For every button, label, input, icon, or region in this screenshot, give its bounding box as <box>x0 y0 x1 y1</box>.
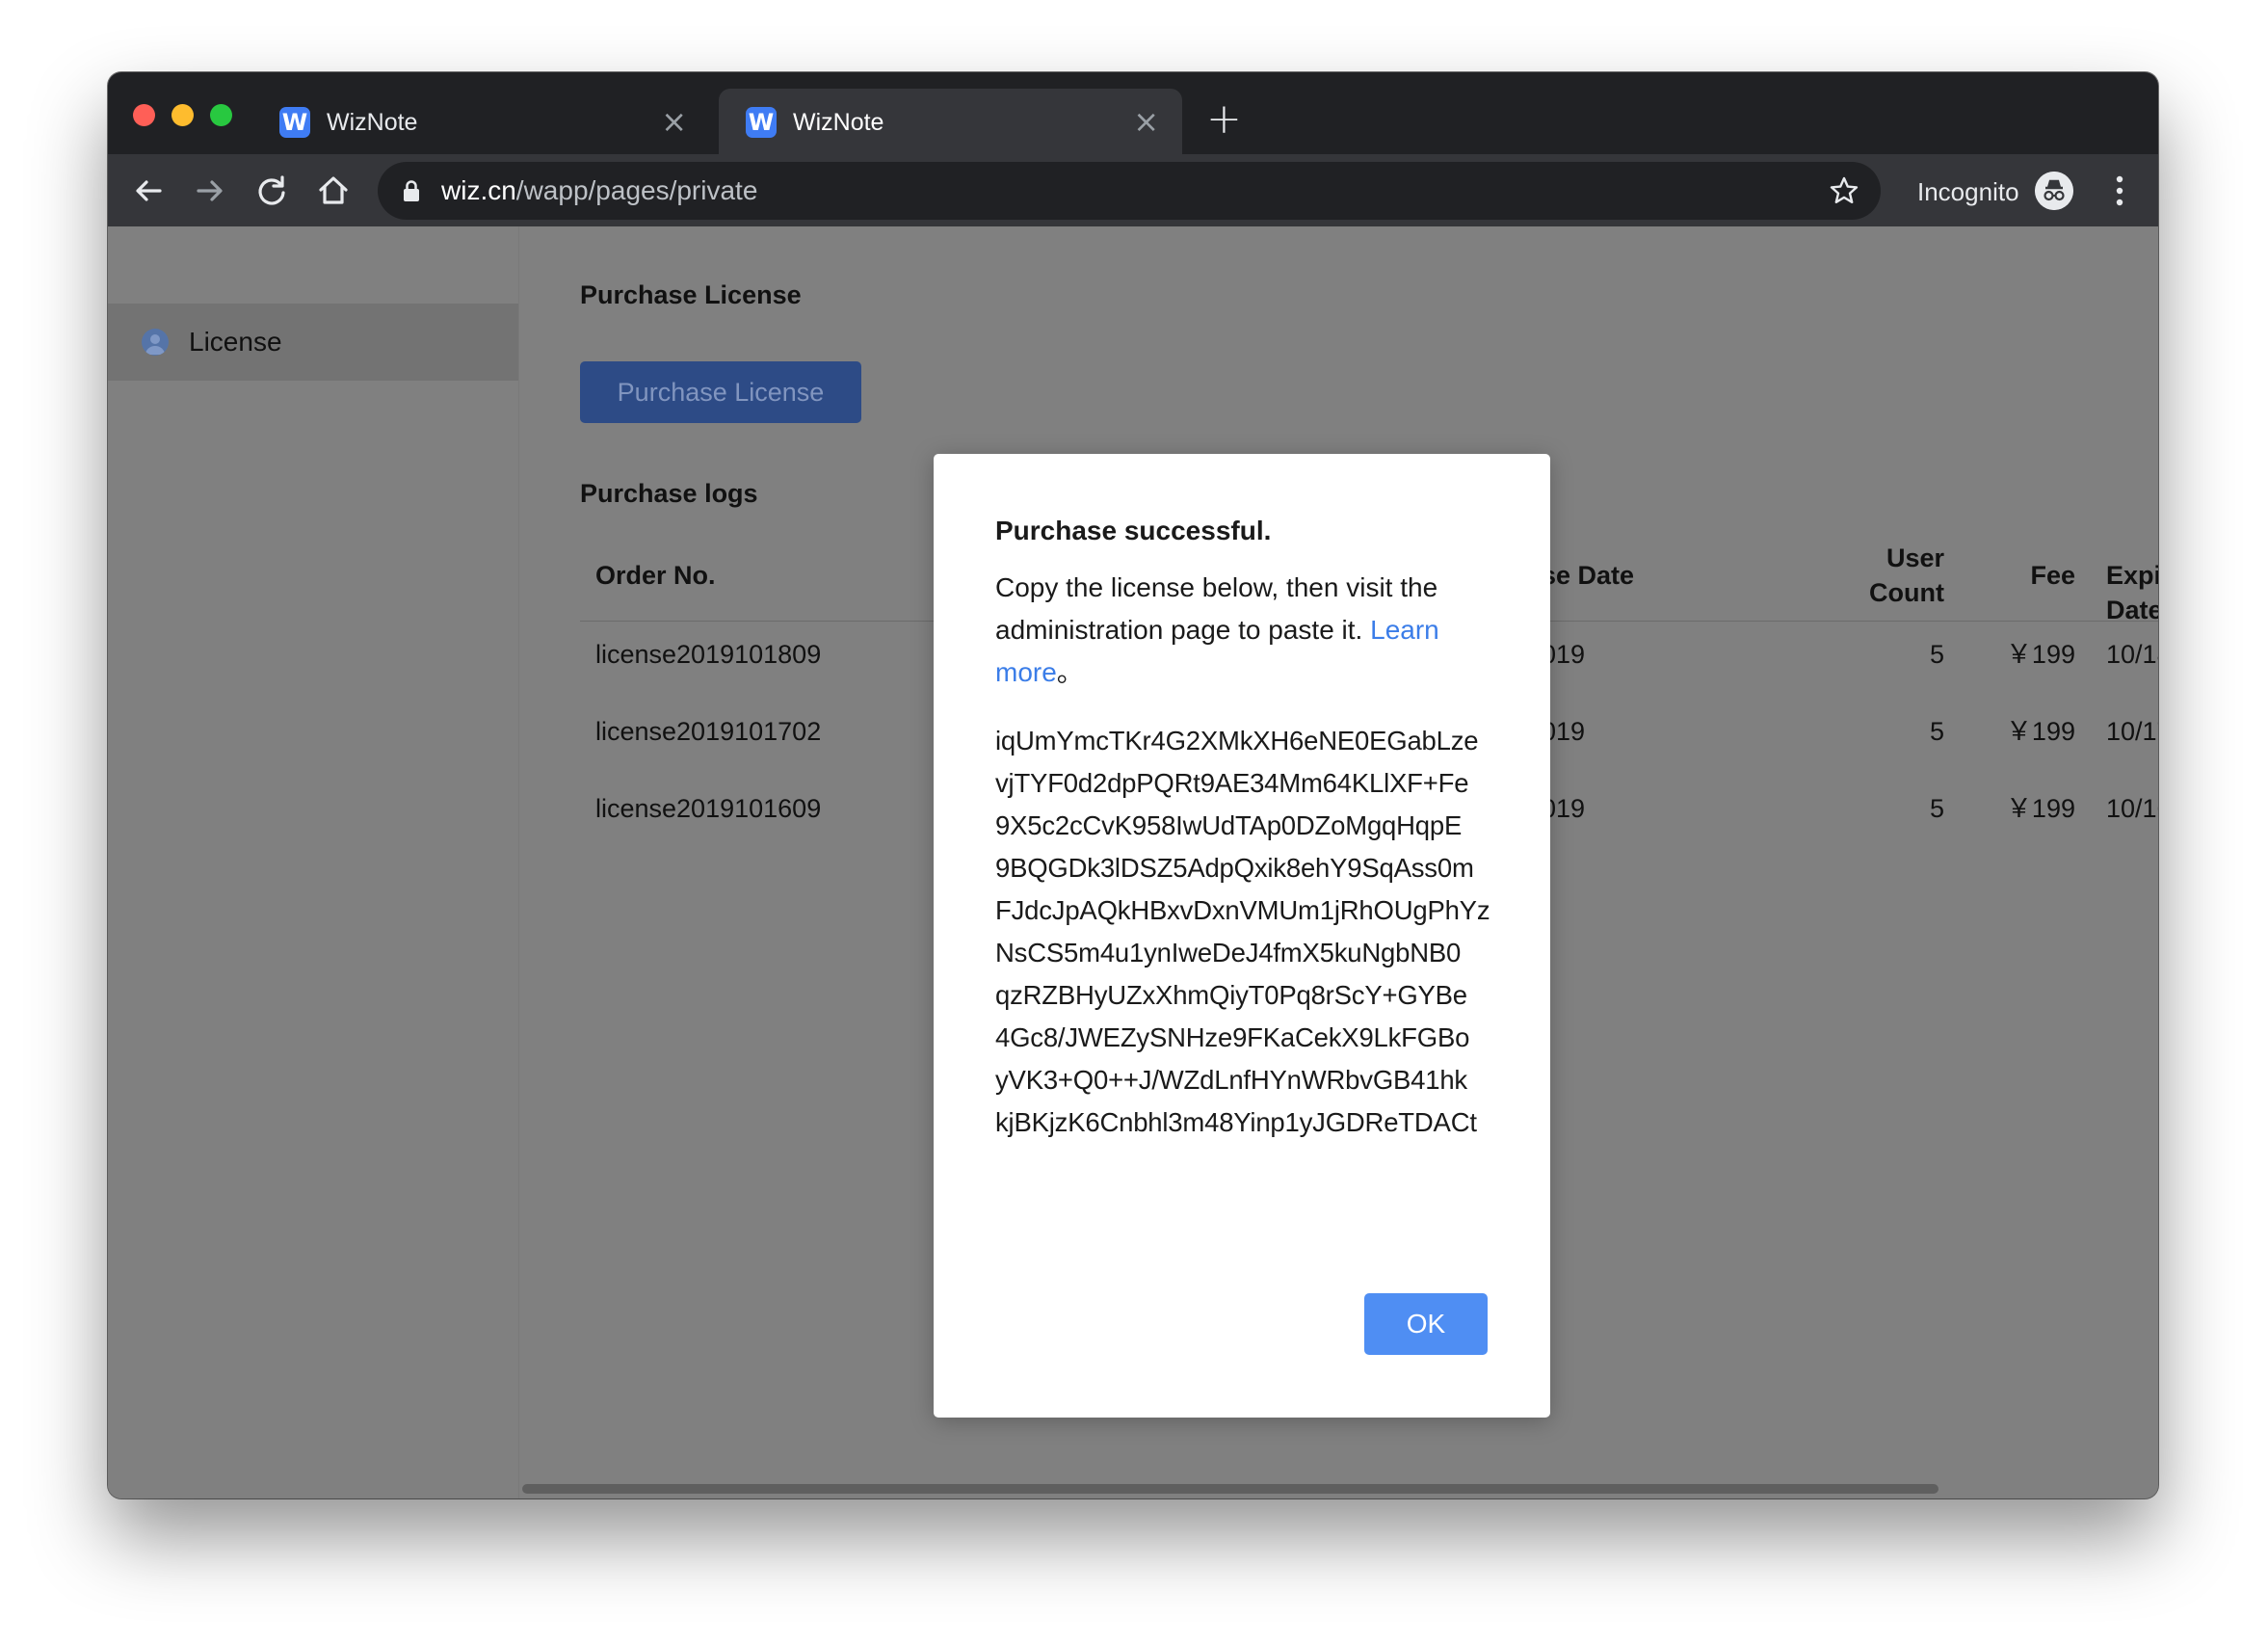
close-icon[interactable]: × <box>1133 106 1159 137</box>
url-text[interactable]: wiz.cn/wapp/pages/private <box>441 175 757 206</box>
column-header-fee: Fee <box>2030 561 2075 590</box>
reload-icon[interactable] <box>251 170 293 212</box>
home-icon[interactable] <box>312 170 355 212</box>
column-header-user-count-line2: Count <box>1869 578 1944 607</box>
window-close-button[interactable] <box>133 104 155 126</box>
license-line: kjBKjzK6Cnbhl3m48Yinp1yJGDReTDACt <box>995 1107 1477 1137</box>
cell-expired: 10/17/2020 <box>2106 717 2158 746</box>
purchase-license-button[interactable]: Purchase License <box>580 361 861 423</box>
tab-title: WizNote <box>793 109 884 136</box>
horizontal-scrollbar[interactable] <box>522 1484 1938 1494</box>
column-header-user-count: User Count <box>1771 541 1944 610</box>
license-line: vjTYF0d2dpPQRt9AE34Mm64KLlXF+Fe <box>995 768 1469 798</box>
star-icon[interactable] <box>1829 175 1859 206</box>
user-icon <box>142 329 169 356</box>
cell-fee: ￥199 <box>2005 717 2075 746</box>
license-key-text[interactable]: iqUmYmcTKr4G2XMkXH6eNE0EGabLze vjTYF0d2dp… <box>995 720 1516 1144</box>
plus-icon[interactable]: + <box>1206 98 1242 141</box>
window-minimize-button[interactable] <box>171 104 194 126</box>
dialog-message-end: 。 <box>1056 657 1084 687</box>
license-line: iqUmYmcTKr4G2XMkXH6eNE0EGabLze <box>995 726 1479 756</box>
address-bar[interactable]: wiz.cn/wapp/pages/private <box>378 162 1881 220</box>
incognito-label[interactable]: Incognito <box>1917 176 2019 207</box>
cell-order: license2019101609 <box>595 794 822 823</box>
cell-fee: ￥199 <box>2005 640 2075 669</box>
cell-fee: ￥199 <box>2005 794 2075 823</box>
license-line: 4Gc8/JWEZySNHze9FKaCekX9LkFGBo <box>995 1022 1470 1052</box>
sidebar-item-license[interactable]: License <box>108 304 518 381</box>
cell-expired: 10/18/2020 <box>2106 640 2158 669</box>
forward-icon[interactable] <box>189 170 231 212</box>
license-line: qzRZBHyUZxXhmQiyT0Pq8rScY+GYBe <box>995 980 1467 1010</box>
license-line: 9X5c2cCvK958IwUdTAp0DZoMgqHqpE <box>995 810 1463 840</box>
lock-icon <box>404 180 419 201</box>
url-host: wiz.cn <box>441 175 516 205</box>
purchase-logs-heading: Purchase logs <box>580 479 758 508</box>
cell-user-count: 5 <box>1929 717 1944 746</box>
purchase-success-dialog: Purchase successful. Copy the license be… <box>934 454 1550 1418</box>
column-header-user-count-line1: User <box>1886 544 1944 572</box>
tab-strip: W WizNote × W WizNote × + <box>108 72 2158 154</box>
browser-window: W WizNote × W WizNote × + wiz.cn/wapp/pa… <box>108 72 2158 1498</box>
window-zoom-button[interactable] <box>210 104 232 126</box>
more-icon[interactable] <box>2112 173 2127 208</box>
browser-toolbar: wiz.cn/wapp/pages/private Incognito <box>108 154 2158 226</box>
column-header-order: Order No. <box>595 561 716 590</box>
license-line: yVK3+Q0++J/WZdLnfHYnWRbvGB41hk <box>995 1065 1467 1095</box>
wiznote-favicon-icon: W <box>279 107 310 138</box>
purchase-license-heading: Purchase License <box>580 280 802 309</box>
license-line: FJdcJpAQkHBxvDxnVMUm1jRhOUgPhYz <box>995 895 1490 925</box>
cell-user-count: 5 <box>1929 640 1944 669</box>
sidebar-item-label: License <box>189 327 282 357</box>
sidebar: License <box>108 226 519 1498</box>
dialog-message: Copy the license below, then visit the a… <box>995 567 1496 694</box>
wiznote-favicon-icon: W <box>746 107 777 138</box>
url-path: /wapp/pages/private <box>515 175 758 205</box>
cell-order: license2019101702 <box>595 717 822 746</box>
incognito-icon[interactable] <box>2035 172 2073 210</box>
license-line: 9BQGDk3lDSZ5AdpQxik8ehY9SqAss0m <box>995 853 1474 883</box>
close-icon[interactable]: × <box>661 106 687 137</box>
ok-button[interactable]: OK <box>1364 1293 1488 1355</box>
tab-wiznote-1[interactable]: W WizNote × <box>252 89 710 154</box>
back-icon[interactable] <box>127 170 170 212</box>
cell-user-count: 5 <box>1929 794 1944 823</box>
cell-order: license2019101809 <box>595 640 822 669</box>
column-header-date: se Date <box>1542 561 1635 590</box>
column-header-expired: Expired Date <box>2106 561 2158 624</box>
cell-expired: 10/16/2020 <box>2106 794 2158 823</box>
tab-wiznote-2[interactable]: W WizNote × <box>719 89 1182 154</box>
tab-title: WizNote <box>327 109 418 136</box>
license-line: NsCS5m4u1ynIweDeJ4fmX5kuNgbNB0 <box>995 938 1462 968</box>
dialog-title: Purchase successful. <box>995 516 1272 545</box>
